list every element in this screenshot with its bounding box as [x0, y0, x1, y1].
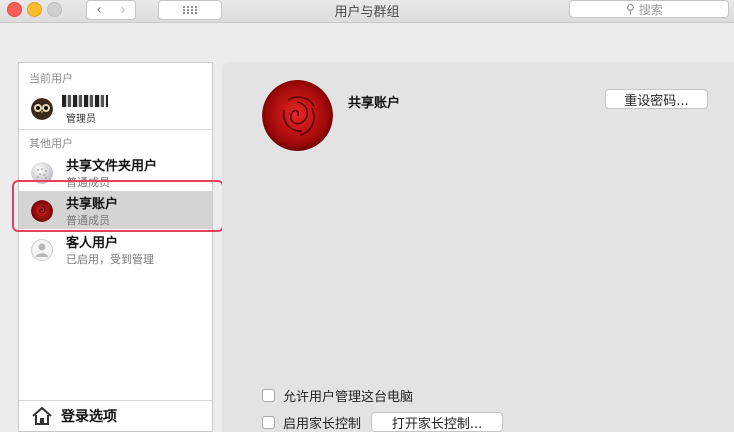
allow-admin-checkbox[interactable]: [262, 389, 275, 402]
account-name: 共享账户: [348, 96, 401, 111]
owl-avatar-icon: [31, 98, 53, 120]
account-detail-pane: 共享账户 重设密码... 允许用户管理这台电脑 启用家长控制 打开家长控制...: [222, 62, 734, 432]
search-field[interactable]: ⚲ 搜索: [569, 0, 729, 18]
rose-avatar-large-icon[interactable]: [262, 80, 333, 151]
users-sidebar: 当前用户 管理员 其他用户 共享文件夹用户 普通成员 共享账户 普通成员 客人用…: [18, 62, 213, 432]
allow-admin-label: 允许用户管理这台电脑: [283, 390, 414, 405]
reset-password-button[interactable]: 重设密码...: [605, 89, 708, 109]
user-item-admin[interactable]: 管理员: [19, 89, 212, 127]
user-name: 共享文件夹用户: [66, 159, 158, 174]
user-role: 管理员: [66, 114, 96, 125]
house-icon: [32, 406, 52, 425]
redacted-username: [62, 95, 108, 107]
selection-highlight-annotation: [12, 180, 224, 232]
window-titlebar: ‹ › 用户与群组 ⚲ 搜索: [0, 0, 734, 23]
user-item-guest[interactable]: 客人用户 已启用，受到管理: [19, 230, 212, 268]
other-users-header: 其他用户: [29, 137, 73, 150]
user-name: 客人用户: [66, 236, 119, 251]
person-silhouette-icon: [31, 239, 53, 261]
section-divider: [19, 129, 212, 130]
parental-controls-row: 启用家长控制 打开家长控制...: [262, 412, 504, 432]
current-users-header: 当前用户: [29, 72, 73, 85]
search-placeholder: 搜索: [638, 2, 663, 17]
allow-admin-row: 允许用户管理这台电脑: [262, 386, 413, 405]
open-parental-controls-button[interactable]: 打开家长控制...: [371, 412, 504, 432]
login-options-item[interactable]: 登录选项: [31, 404, 117, 428]
user-role: 已启用，受到管理: [66, 253, 154, 266]
parental-controls-label: 启用家长控制: [283, 416, 362, 432]
search-icon: ⚲: [626, 2, 635, 16]
login-options-label: 登录选项: [61, 409, 117, 425]
sidebar-divider: [19, 400, 212, 401]
parental-controls-checkbox[interactable]: [262, 415, 275, 429]
